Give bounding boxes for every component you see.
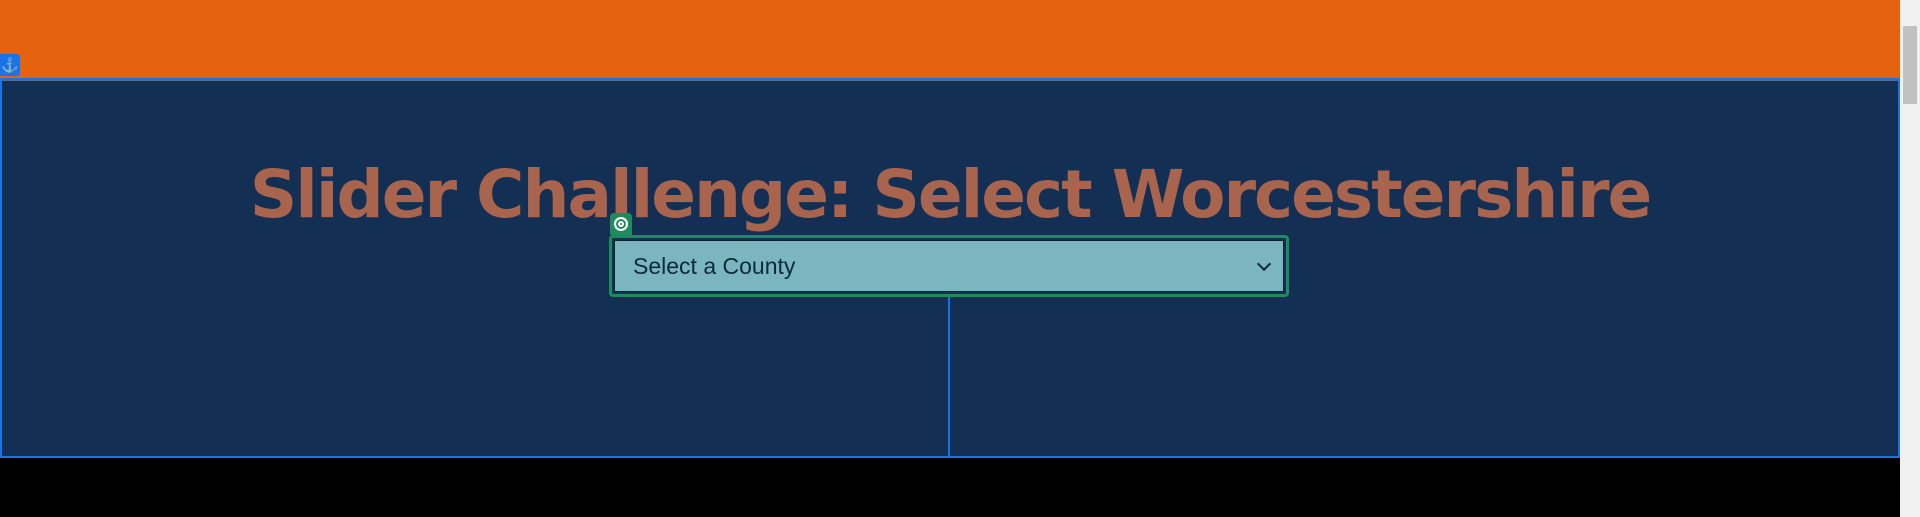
county-select-value: Select a County	[633, 252, 796, 279]
scrollbar-thumb[interactable]	[1903, 26, 1917, 104]
bottom-black-bar	[0, 458, 1900, 517]
top-orange-bar	[0, 0, 1900, 78]
anchor-icon[interactable]: ⚓	[0, 54, 20, 76]
page: ⚓ Slider Challenge: Select Worcestershir…	[0, 0, 1920, 517]
guide-line	[948, 297, 950, 458]
county-select-wrapper: Select a County	[609, 235, 1289, 297]
page-title: Slider Challenge: Select Worcestershire	[249, 156, 1653, 233]
county-select[interactable]: Select a County	[614, 240, 1284, 292]
scrollbar[interactable]	[1900, 0, 1920, 517]
chevron-down-icon	[1256, 256, 1272, 272]
target-icon[interactable]	[610, 213, 632, 235]
